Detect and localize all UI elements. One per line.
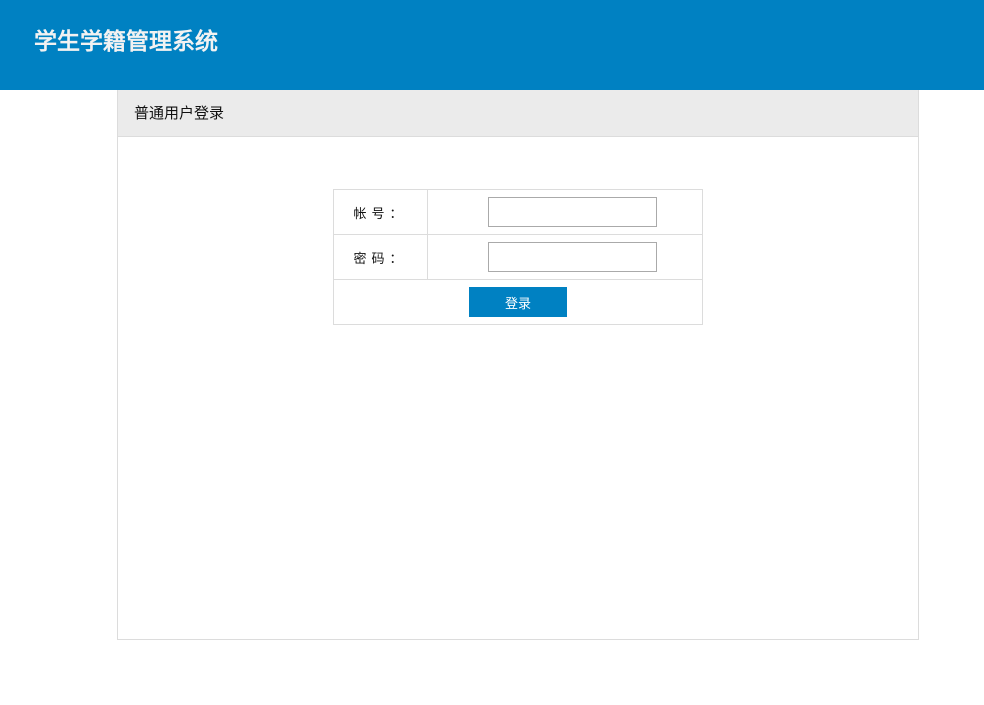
submit-row: 登录	[333, 279, 703, 325]
login-form: 帐号： 密码： 登录	[333, 189, 703, 325]
panel-title: 普通用户登录	[118, 90, 918, 137]
login-button[interactable]: 登录	[469, 287, 567, 317]
login-panel: 普通用户登录 帐号： 密码： 登录	[117, 90, 919, 640]
password-input[interactable]	[487, 242, 657, 272]
account-label: 帐号：	[333, 189, 428, 235]
app-header: 学生学籍管理系统	[0, 0, 984, 90]
password-label: 密码：	[333, 234, 428, 280]
account-row: 帐号：	[333, 189, 703, 235]
account-input[interactable]	[487, 197, 657, 227]
password-row: 密码：	[333, 234, 703, 280]
app-title: 学生学籍管理系统	[34, 29, 218, 55]
